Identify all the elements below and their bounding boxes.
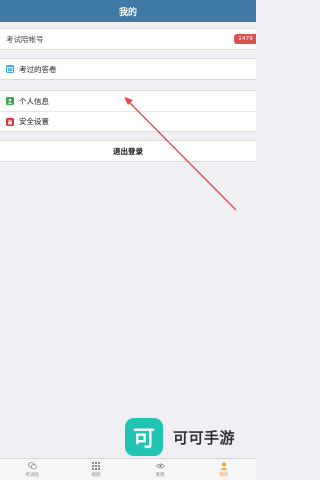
menu-item-answers[interactable]: 考过的答卷 bbox=[0, 59, 256, 79]
logout-button[interactable]: 退出登录 bbox=[0, 141, 256, 161]
account-label: 考试陪帐号 bbox=[6, 34, 44, 44]
menu-item-answers-label: 考过的答卷 bbox=[19, 64, 57, 74]
tab-video-label: 视频 bbox=[91, 473, 101, 478]
watermark: 可 可可手游 bbox=[125, 418, 235, 456]
chat-bubbles-icon bbox=[27, 461, 37, 471]
account-section: 考试陪帐号 1479 bbox=[0, 28, 256, 50]
watermark-logo: 可 bbox=[125, 418, 163, 456]
user-icon bbox=[219, 461, 229, 471]
page-title: 我的 bbox=[118, 7, 137, 18]
tab-exam[interactable]: 考试陪 bbox=[0, 459, 64, 480]
nav-bar: 我的 bbox=[0, 0, 256, 22]
menu-item-profile-label: 个人信息 bbox=[19, 96, 49, 106]
tab-mine[interactable]: 我的 bbox=[192, 459, 256, 480]
answers-section: 考过的答卷 bbox=[0, 58, 256, 80]
menu-item-profile[interactable]: 个人信息 bbox=[0, 91, 256, 111]
profile-icon bbox=[6, 97, 14, 105]
tab-discover-label: 发现 bbox=[155, 473, 165, 478]
lock-icon bbox=[6, 117, 14, 126]
settings-section: 个人信息 安全设置 bbox=[0, 90, 256, 132]
logout-section: 退出登录 bbox=[0, 140, 256, 162]
tab-mine-label: 我的 bbox=[219, 473, 229, 478]
answer-sheet-icon bbox=[6, 65, 14, 73]
watermark-text: 可可手游 bbox=[173, 428, 236, 447]
menu-item-security[interactable]: 安全设置 bbox=[0, 111, 256, 131]
tab-bar: 考试陪 视频 发现 我的 bbox=[0, 458, 256, 480]
menu-item-security-label: 安全设置 bbox=[19, 117, 49, 126]
tab-video[interactable]: 视频 bbox=[64, 459, 128, 480]
account-id-badge: 1479 bbox=[234, 34, 256, 44]
grid-icon bbox=[91, 461, 101, 471]
account-row[interactable]: 考试陪帐号 1479 bbox=[0, 29, 256, 49]
tab-exam-label: 考试陪 bbox=[25, 473, 39, 478]
eye-icon bbox=[155, 461, 165, 471]
tab-discover[interactable]: 发现 bbox=[128, 459, 192, 480]
